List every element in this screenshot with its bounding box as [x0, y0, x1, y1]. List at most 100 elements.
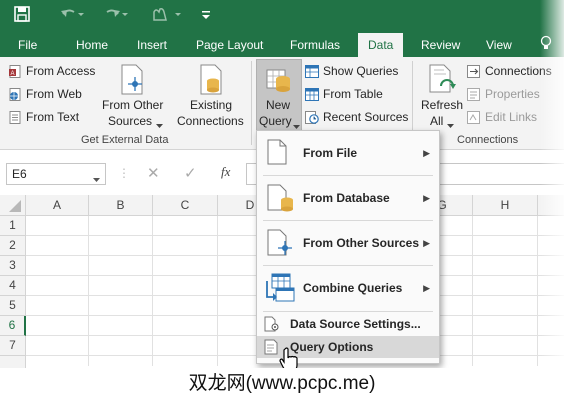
menu-item-from-database[interactable]: From Database ▶	[257, 176, 439, 220]
web-icon	[9, 88, 22, 101]
combine-queries-icon	[265, 273, 295, 306]
gridline	[88, 216, 89, 366]
touch-mode-icon[interactable]	[150, 6, 182, 25]
tab-view[interactable]: View	[486, 38, 512, 52]
tab-home[interactable]: Home	[76, 38, 108, 52]
properties-icon	[467, 88, 480, 101]
chevron-down-icon[interactable]	[93, 172, 100, 186]
tab-file[interactable]: File	[18, 38, 37, 52]
group-divider	[251, 61, 252, 145]
from-table-button[interactable]: From Table	[323, 87, 383, 101]
chevron-right-icon: ▶	[423, 238, 430, 248]
text-file-icon	[9, 111, 22, 124]
from-other-sources-line1[interactable]: From Other	[102, 98, 163, 112]
gridline	[537, 216, 538, 366]
menu-item-label: From File	[303, 146, 358, 160]
caption-text: 双龙网(www.pcpc.me)	[188, 373, 376, 394]
insert-function-icon[interactable]: fx	[221, 164, 230, 180]
show-queries-icon	[305, 65, 319, 78]
menu-item-combine-queries[interactable]: Combine Queries ▶	[257, 266, 439, 310]
tab-data[interactable]: Data	[358, 33, 404, 57]
enter-icon[interactable]: ✓	[184, 164, 197, 182]
menu-item-data-source-settings[interactable]: Data Source Settings...	[257, 313, 439, 335]
menu-item-from-other-sources[interactable]: From Other Sources ▶	[257, 221, 439, 265]
edit-links-icon	[467, 111, 480, 124]
existing-connections-line2[interactable]: Connections	[177, 114, 244, 128]
ribbon-tabs: File Home Insert Page Layout Formulas Da…	[0, 31, 564, 57]
gridline	[217, 216, 218, 366]
gridline	[472, 216, 473, 366]
row-header[interactable]: 2	[0, 236, 26, 256]
menu-item-from-file[interactable]: From File ▶	[257, 131, 439, 175]
from-table-icon	[305, 88, 319, 101]
row-header-selected[interactable]: 6	[0, 316, 26, 336]
column-header[interactable]: C	[153, 195, 218, 216]
new-query-line2: Query	[259, 114, 292, 128]
column-header[interactable]: A	[26, 195, 89, 216]
customize-icon[interactable]	[200, 6, 212, 25]
edit-links-button[interactable]: Edit Links	[485, 110, 537, 124]
query-options-icon	[264, 339, 280, 358]
caption-watermark: 双龙网(www.pcpc.me)	[0, 368, 564, 408]
menu-item-label: Data Source Settings...	[290, 317, 421, 331]
svg-text:A: A	[11, 71, 15, 77]
other-sources-icon	[118, 64, 148, 99]
new-query-line1: New	[266, 98, 291, 112]
row-header[interactable]: 1	[0, 216, 26, 236]
database-icon	[267, 184, 295, 217]
row-header[interactable]: 3	[0, 256, 26, 276]
more-options-icon[interactable]: ⋮	[118, 166, 130, 180]
menu-item-label: From Other Sources	[303, 236, 420, 250]
redo-icon[interactable]	[104, 6, 128, 25]
settings-icon	[264, 316, 280, 335]
chevron-right-icon: ▶	[423, 193, 430, 203]
connections-icon	[467, 65, 480, 78]
other-sources-icon	[267, 229, 295, 262]
cancel-icon[interactable]: ✕	[147, 164, 160, 182]
row-header[interactable]: 7	[0, 336, 26, 356]
recent-sources-button[interactable]: Recent Sources	[323, 110, 408, 124]
undo-icon[interactable]	[60, 6, 84, 25]
from-text-button[interactable]: From Text	[26, 110, 79, 124]
column-header[interactable]: H	[473, 195, 538, 216]
show-queries-button[interactable]: Show Queries	[323, 64, 398, 78]
new-query-button[interactable]: New Query	[256, 59, 302, 133]
name-box-value: E6	[12, 167, 27, 181]
menu-divider	[263, 311, 433, 312]
get-external-data-group-label: Get External Data	[81, 134, 169, 146]
refresh-all-icon	[428, 64, 458, 99]
name-box[interactable]: E6	[6, 163, 106, 185]
from-other-sources-line2[interactable]: Sources	[108, 114, 152, 128]
menu-item-label: Combine Queries	[303, 281, 403, 295]
new-query-icon	[265, 64, 293, 97]
select-all-corner[interactable]	[0, 195, 26, 216]
access-icon: A	[9, 65, 22, 78]
save-icon[interactable]	[14, 6, 30, 25]
column-header[interactable]: B	[89, 195, 153, 216]
menu-item-label: Query Options	[290, 340, 374, 354]
recent-sources-icon	[305, 111, 319, 124]
refresh-all-line2[interactable]: All	[430, 114, 443, 128]
chevron-down-icon	[447, 118, 454, 132]
from-web-button[interactable]: From Web	[26, 87, 82, 101]
existing-connections-line1[interactable]: Existing	[190, 98, 232, 112]
connections-group-label: Connections	[457, 134, 519, 146]
from-access-button[interactable]: From Access	[26, 64, 95, 78]
chevron-right-icon: ▶	[423, 283, 430, 293]
menu-item-label: From Database	[303, 191, 390, 205]
existing-connections-icon	[198, 64, 226, 99]
row-header[interactable]: 4	[0, 276, 26, 296]
file-icon	[267, 139, 287, 168]
edge-fade	[540, 0, 564, 408]
properties-button[interactable]: Properties	[485, 87, 540, 101]
tab-insert[interactable]: Insert	[137, 38, 167, 52]
gridline	[152, 216, 153, 366]
tab-review[interactable]: Review	[421, 38, 460, 52]
tab-formulas[interactable]: Formulas	[290, 38, 340, 52]
chevron-down-icon	[156, 118, 163, 132]
tab-page-layout[interactable]: Page Layout	[196, 38, 263, 52]
title-bar	[0, 0, 564, 31]
row-header[interactable]: 5	[0, 296, 26, 316]
new-query-menu: From File ▶ From Database ▶ From Other S…	[256, 130, 440, 364]
refresh-all-line1[interactable]: Refresh	[421, 98, 463, 112]
